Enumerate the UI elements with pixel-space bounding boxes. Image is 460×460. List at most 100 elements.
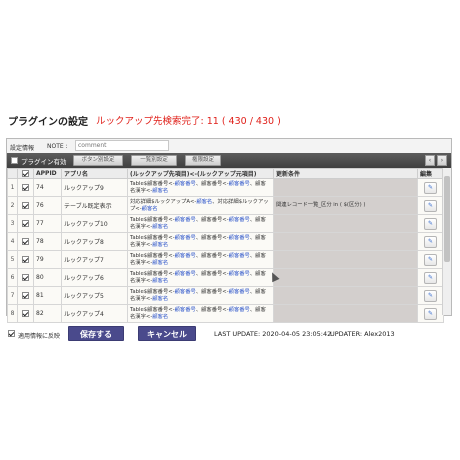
- table-row[interactable]: 2 76 テーブル既定表示 対応詳細$ルックアップA<-顧客名、対応詳細$ルックアップ…: [7, 196, 444, 215]
- column-header-appid[interactable]: APPID: [33, 168, 62, 179]
- cancel-button[interactable]: キャンセル: [138, 326, 196, 341]
- appid-cell: 80: [33, 268, 62, 287]
- row-checkbox[interactable]: [22, 184, 29, 191]
- row-check-cell[interactable]: [17, 214, 34, 233]
- updater-text: UPDATER: Alex2013: [330, 330, 395, 338]
- pencil-icon[interactable]: ✎: [424, 253, 437, 266]
- edit-cell: ✎: [417, 250, 444, 269]
- row-check-cell[interactable]: [17, 268, 34, 287]
- lookup-field-link: 顧客名: [152, 241, 169, 248]
- lookup-field-text: 、顧客番号<-: [195, 289, 229, 296]
- prev-page-icon[interactable]: ‹: [425, 155, 435, 166]
- column-header-app-name[interactable]: アプリ名: [61, 168, 128, 179]
- row-check-cell[interactable]: [17, 196, 34, 215]
- lookup-field-link: 顧客番号: [228, 307, 250, 314]
- plugin-enable-checkbox[interactable]: [11, 157, 18, 164]
- app-name-cell: ルックアップ10: [61, 214, 128, 233]
- pencil-icon[interactable]: ✎: [424, 181, 437, 194]
- row-number: 5: [7, 250, 18, 269]
- edit-cell: ✎: [417, 196, 444, 215]
- condition-cell: 関連レコード一覧_区分 in ( $(区分) ): [273, 196, 418, 215]
- pencil-icon[interactable]: ✎: [424, 217, 437, 230]
- note-input[interactable]: [75, 140, 169, 151]
- pencil-icon[interactable]: ✎: [424, 235, 437, 248]
- row-check-cell[interactable]: [17, 304, 34, 323]
- column-header-condition[interactable]: 更新条件: [273, 168, 418, 179]
- lookup-field-text: Table$顧客番号<-: [130, 217, 175, 224]
- app-name-cell: ルックアップ9: [61, 178, 128, 197]
- edit-cell: ✎: [417, 286, 444, 305]
- app-name-cell: ルックアップ5: [61, 286, 128, 305]
- next-page-icon[interactable]: ›: [437, 155, 447, 166]
- lookup-field-link: 顧客番号: [228, 271, 250, 278]
- select-all-checkbox[interactable]: [22, 170, 29, 177]
- button-settings-button[interactable]: ボタン別設定: [73, 155, 123, 166]
- table-row[interactable]: 1 74 ルックアップ9 Table$顧客番号<-顧客番号、顧客番号<-顧客番号、顧客…: [7, 178, 444, 197]
- row-check-cell[interactable]: [17, 178, 34, 197]
- pencil-icon[interactable]: ✎: [424, 199, 437, 212]
- lookup-field-link: 顧客名: [152, 295, 169, 302]
- row-check-cell[interactable]: [17, 232, 34, 251]
- save-button[interactable]: 保存する: [68, 326, 124, 341]
- lookup-field-link: 顧客名: [152, 187, 169, 194]
- row-checkbox[interactable]: [22, 220, 29, 227]
- app-name-cell: ルックアップ7: [61, 250, 128, 269]
- lookup-field-link: 顧客名: [152, 277, 169, 284]
- row-checkbox[interactable]: [22, 274, 29, 281]
- table-row[interactable]: 8 82 ルックアップ4 Table$顧客番号<-顧客番号、顧客番号<-顧客番号、顧客…: [7, 304, 444, 323]
- lookup-field-link: 顧客番号: [174, 307, 196, 314]
- lookup-cell: Table$顧客番号<-顧客番号、顧客番号<-顧客番号、顧客名漢字<-顧客名: [127, 214, 274, 233]
- lookup-cell: Table$顧客番号<-顧客番号、顧客番号<-顧客番号、顧客名漢字<-顧客名: [127, 268, 274, 287]
- toolbar: プラグイン有効 ボタン別設定 一覧別設定 権限設定 ‹ ›: [7, 153, 451, 168]
- condition-cell: [273, 232, 418, 251]
- table-scrollbar[interactable]: [442, 168, 451, 315]
- table-row[interactable]: 3 77 ルックアップ10 Table$顧客番号<-顧客番号、顧客番号<-顧客番号、顧…: [7, 214, 444, 233]
- lookup-field-text: 、顧客番号<-: [195, 235, 229, 242]
- row-check-cell[interactable]: [17, 250, 34, 269]
- condition-cell: [273, 268, 418, 287]
- table-row[interactable]: 5 79 ルックアップ7 Table$顧客番号<-顧客番号、顧客番号<-顧客番号、顧客…: [7, 250, 444, 269]
- list-settings-button[interactable]: 一覧別設定: [131, 155, 177, 166]
- condition-cell: [273, 286, 418, 305]
- row-checkbox[interactable]: [22, 238, 29, 245]
- row-checkbox[interactable]: [22, 310, 29, 317]
- last-update-text: LAST UPDATE: 2020-04-05 23:05:42: [214, 330, 332, 338]
- lookup-field-link: 顧客番号: [174, 289, 196, 296]
- lookup-cell: Table$顧客番号<-顧客番号、顧客番号<-顧客番号、顧客名漢字<-顧客名: [127, 304, 274, 323]
- column-header-check[interactable]: [17, 168, 34, 179]
- lookup-field-link: 顧客番号: [228, 181, 250, 188]
- plugin-enable-label: プラグイン有効: [21, 158, 67, 166]
- apply-info-checkbox[interactable]: [8, 330, 15, 337]
- condition-cell: [273, 214, 418, 233]
- table-row[interactable]: 6 80 ルックアップ6 Table$顧客番号<-顧客番号、顧客番号<-顧客番号、顧客…: [7, 268, 444, 287]
- row-number: 6: [7, 268, 18, 287]
- plugin-settings-panel: 設定情報 NOTE : プラグイン有効 ボタン別設定 一覧別設定 権限設定 ‹ …: [6, 138, 452, 323]
- condition-cell: [273, 304, 418, 323]
- scrollbar-thumb[interactable]: [444, 176, 450, 262]
- row-number: 1: [7, 178, 18, 197]
- table-row[interactable]: 4 78 ルックアップ8 Table$顧客番号<-顧客番号、顧客番号<-顧客番号、顧客…: [7, 232, 444, 251]
- row-number: 3: [7, 214, 18, 233]
- column-header-rownum: [7, 168, 18, 179]
- row-checkbox[interactable]: [22, 256, 29, 263]
- row-number: 8: [7, 304, 18, 323]
- table-row[interactable]: 7 81 ルックアップ5 Table$顧客番号<-顧客番号、顧客番号<-顧客番号、顧客…: [7, 286, 444, 305]
- appid-cell: 74: [33, 178, 62, 197]
- settings-info-label: 設定情報: [10, 145, 35, 152]
- lookup-field-text: 、顧客番号<-: [195, 253, 229, 260]
- app-name-cell: ルックアップ8: [61, 232, 128, 251]
- lookup-field-text: Table$顧客番号<-: [130, 307, 175, 314]
- row-checkbox[interactable]: [22, 202, 29, 209]
- column-header-lookup[interactable]: (ルックアップ先項目)<-(ルックアップ元項目): [127, 168, 274, 179]
- pencil-icon[interactable]: ✎: [424, 307, 437, 320]
- pencil-icon[interactable]: ✎: [424, 289, 437, 302]
- lookup-field-link: 顧客番号: [228, 217, 250, 224]
- row-check-cell[interactable]: [17, 286, 34, 305]
- row-number: 2: [7, 196, 18, 215]
- lookup-field-link: 顧客番号: [174, 235, 196, 242]
- appid-cell: 79: [33, 250, 62, 269]
- row-checkbox[interactable]: [22, 292, 29, 299]
- permission-settings-button[interactable]: 権限設定: [185, 155, 221, 166]
- lookup-field-text: Table$顧客番号<-: [130, 253, 175, 260]
- pencil-icon[interactable]: ✎: [424, 271, 437, 284]
